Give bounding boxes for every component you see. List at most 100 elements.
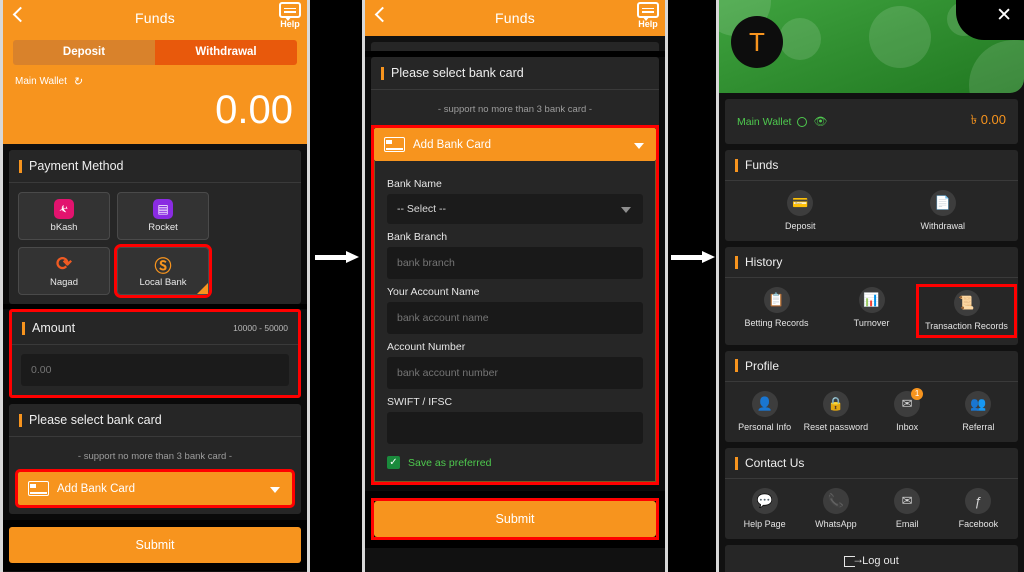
app-header-left: Funds Help	[3, 0, 307, 36]
logout-button[interactable]: Log out	[725, 545, 1018, 572]
right-arrow-icon	[671, 251, 715, 263]
section-header: Contact Us	[725, 448, 1018, 480]
accent-bar	[735, 255, 738, 269]
menu-item-withdrawal[interactable]: 📄 Withdrawal	[872, 190, 1015, 231]
menu-item-turnover[interactable]: 📊 Turnover	[824, 287, 919, 334]
payment-method-bkash[interactable]: bKash	[18, 192, 110, 240]
back-chevron-icon[interactable]	[12, 6, 29, 23]
accent-bar	[19, 159, 22, 173]
eye-icon[interactable]: 👁	[813, 115, 827, 128]
menu-item-facebook[interactable]: ƒ Facebook	[943, 488, 1014, 529]
menu-item-label: Turnover	[853, 318, 890, 329]
amount-title: Amount	[32, 321, 76, 335]
menu-item-deposit[interactable]: 💳 Deposit	[729, 190, 872, 231]
bank-card-card: Please select bank card - support no mor…	[9, 404, 301, 514]
menu-item-whatsapp[interactable]: 📞 WhatsApp	[800, 488, 871, 529]
help-label: Help	[638, 19, 658, 29]
menu-item-betting-records[interactable]: 📋 Betting Records	[729, 287, 824, 334]
selected-corner-icon	[197, 283, 208, 294]
menu-item-help-page[interactable]: 💬 Help Page	[729, 488, 800, 529]
payment-method-header: Payment Method	[9, 150, 301, 183]
section-header: Funds	[725, 150, 1018, 181]
tile-row-funds: 💳 Deposit 📄 Withdrawal	[725, 181, 1018, 241]
refresh-icon[interactable]: ↻	[73, 75, 82, 88]
close-button[interactable]: ✕	[956, 0, 1024, 40]
submit-button[interactable]: Submit	[9, 527, 301, 563]
add-bank-card-button[interactable]: Add Bank Card	[15, 469, 295, 508]
payment-method-nagad[interactable]: ⟳ Nagad	[18, 247, 110, 295]
bank-card-icon	[384, 137, 405, 152]
section-header: Profile	[725, 351, 1018, 382]
logout-label: Log out	[862, 555, 899, 568]
save-as-preferred-row[interactable]: ✓ Save as preferred	[387, 456, 643, 469]
bank-name-select[interactable]: -- Select --	[387, 194, 643, 224]
add-bank-card-expanded-region: Add Bank Card Bank Name -- Select -- Ban…	[371, 125, 659, 485]
menu-item-referral[interactable]: 👥 Referral	[943, 390, 1014, 432]
payment-method-label: Nagad	[50, 277, 78, 288]
tab-withdrawal[interactable]: Withdrawal	[155, 40, 297, 65]
betting-records-icon: 📋	[763, 287, 790, 314]
section-funds: Funds 💳 Deposit 📄 Withdrawal	[725, 150, 1018, 242]
decorative-blob	[779, 18, 821, 60]
checkbox-checked-icon[interactable]: ✓	[387, 456, 400, 469]
payment-method-title: Payment Method	[29, 159, 124, 173]
payment-method-grid: bKash Rocket ⟳ Nagad Ⓢ Local Bank	[9, 183, 301, 304]
menu-item-reset-password[interactable]: 🔒 Reset password	[800, 390, 871, 432]
accent-bar	[735, 359, 738, 373]
tile-row-profile: 👤 Personal Info 🔒 Reset password ✉ 1 Inb…	[725, 382, 1018, 442]
menu-item-transaction-records[interactable]: 📜 Transaction Records	[916, 284, 1017, 338]
add-bank-card-button[interactable]: Add Bank Card	[374, 128, 656, 161]
section-title: Profile	[745, 358, 780, 373]
payment-method-local-bank[interactable]: Ⓢ Local Bank	[114, 244, 212, 298]
accent-bar	[22, 321, 25, 335]
amount-range: 10000 - 50000	[233, 323, 288, 333]
menu-item-label: Betting Records	[744, 318, 809, 329]
lock-icon: 🔒	[822, 390, 849, 417]
amount-card: Amount 10000 - 50000	[9, 309, 301, 398]
bkash-icon	[54, 199, 74, 219]
save-as-preferred-label: Save as preferred	[408, 456, 492, 469]
menu-item-label: Deposit	[784, 221, 816, 231]
tab-deposit[interactable]: Deposit	[13, 40, 155, 65]
menu-item-email[interactable]: ✉ Email	[872, 488, 943, 529]
payment-method-label: Local Bank	[139, 277, 187, 288]
mid-content: Please select bank card - support no mor…	[365, 57, 665, 548]
bank-card-form: Bank Name -- Select -- Bank Branch Your …	[374, 161, 656, 482]
phone-panel-withdrawal: Funds Help Deposit Withdrawal Main Walle…	[0, 0, 310, 572]
logout-icon	[844, 552, 864, 567]
submit-wrap-mid: Submit	[365, 491, 665, 548]
account-name-input[interactable]	[387, 302, 643, 334]
back-chevron-icon[interactable]	[374, 6, 391, 23]
payment-method-rocket[interactable]: Rocket	[117, 192, 209, 240]
bank-name-value: -- Select --	[397, 203, 447, 215]
submit-wrap-left: Submit	[3, 520, 307, 571]
amount-input[interactable]	[21, 354, 289, 386]
menu-item-label: Inbox	[896, 421, 919, 432]
help-button[interactable]: Help	[637, 2, 659, 29]
menu-item-inbox[interactable]: ✉ 1 Inbox	[872, 387, 943, 432]
swift-ifsc-input[interactable]	[387, 412, 643, 444]
refresh-icon[interactable]	[797, 116, 808, 127]
bank-card-icon	[28, 481, 49, 496]
phone-panel-add-bank-card: Funds Help Please select bank card - sup…	[362, 0, 668, 572]
menu-item-label: Facebook	[958, 519, 999, 530]
bank-card-header: Please select bank card	[371, 57, 659, 90]
wallet-label: Main Wallet	[737, 115, 792, 128]
account-number-input[interactable]	[387, 357, 643, 389]
avatar[interactable]: T	[731, 16, 783, 68]
amount-field-wrap	[12, 345, 298, 395]
submit-button[interactable]: Submit	[374, 501, 656, 537]
menu-item-personal-info[interactable]: 👤 Personal Info	[729, 390, 800, 432]
page-title: Funds	[495, 10, 535, 26]
bank-card-note: - support no more than 3 bank card -	[77, 451, 233, 462]
flow-arrow-1	[312, 245, 362, 269]
accent-bar	[735, 158, 738, 172]
profile-hero: T ✕	[719, 0, 1024, 93]
accent-bar	[735, 456, 738, 470]
help-button[interactable]: Help	[279, 2, 301, 29]
bank-branch-input[interactable]	[387, 247, 643, 279]
accent-bar	[19, 413, 22, 427]
left-content: Payment Method bKash Rocket ⟳ Nagad	[3, 150, 307, 571]
app-header-mid: Funds Help	[365, 0, 665, 36]
nagad-icon: ⟳	[56, 253, 72, 275]
